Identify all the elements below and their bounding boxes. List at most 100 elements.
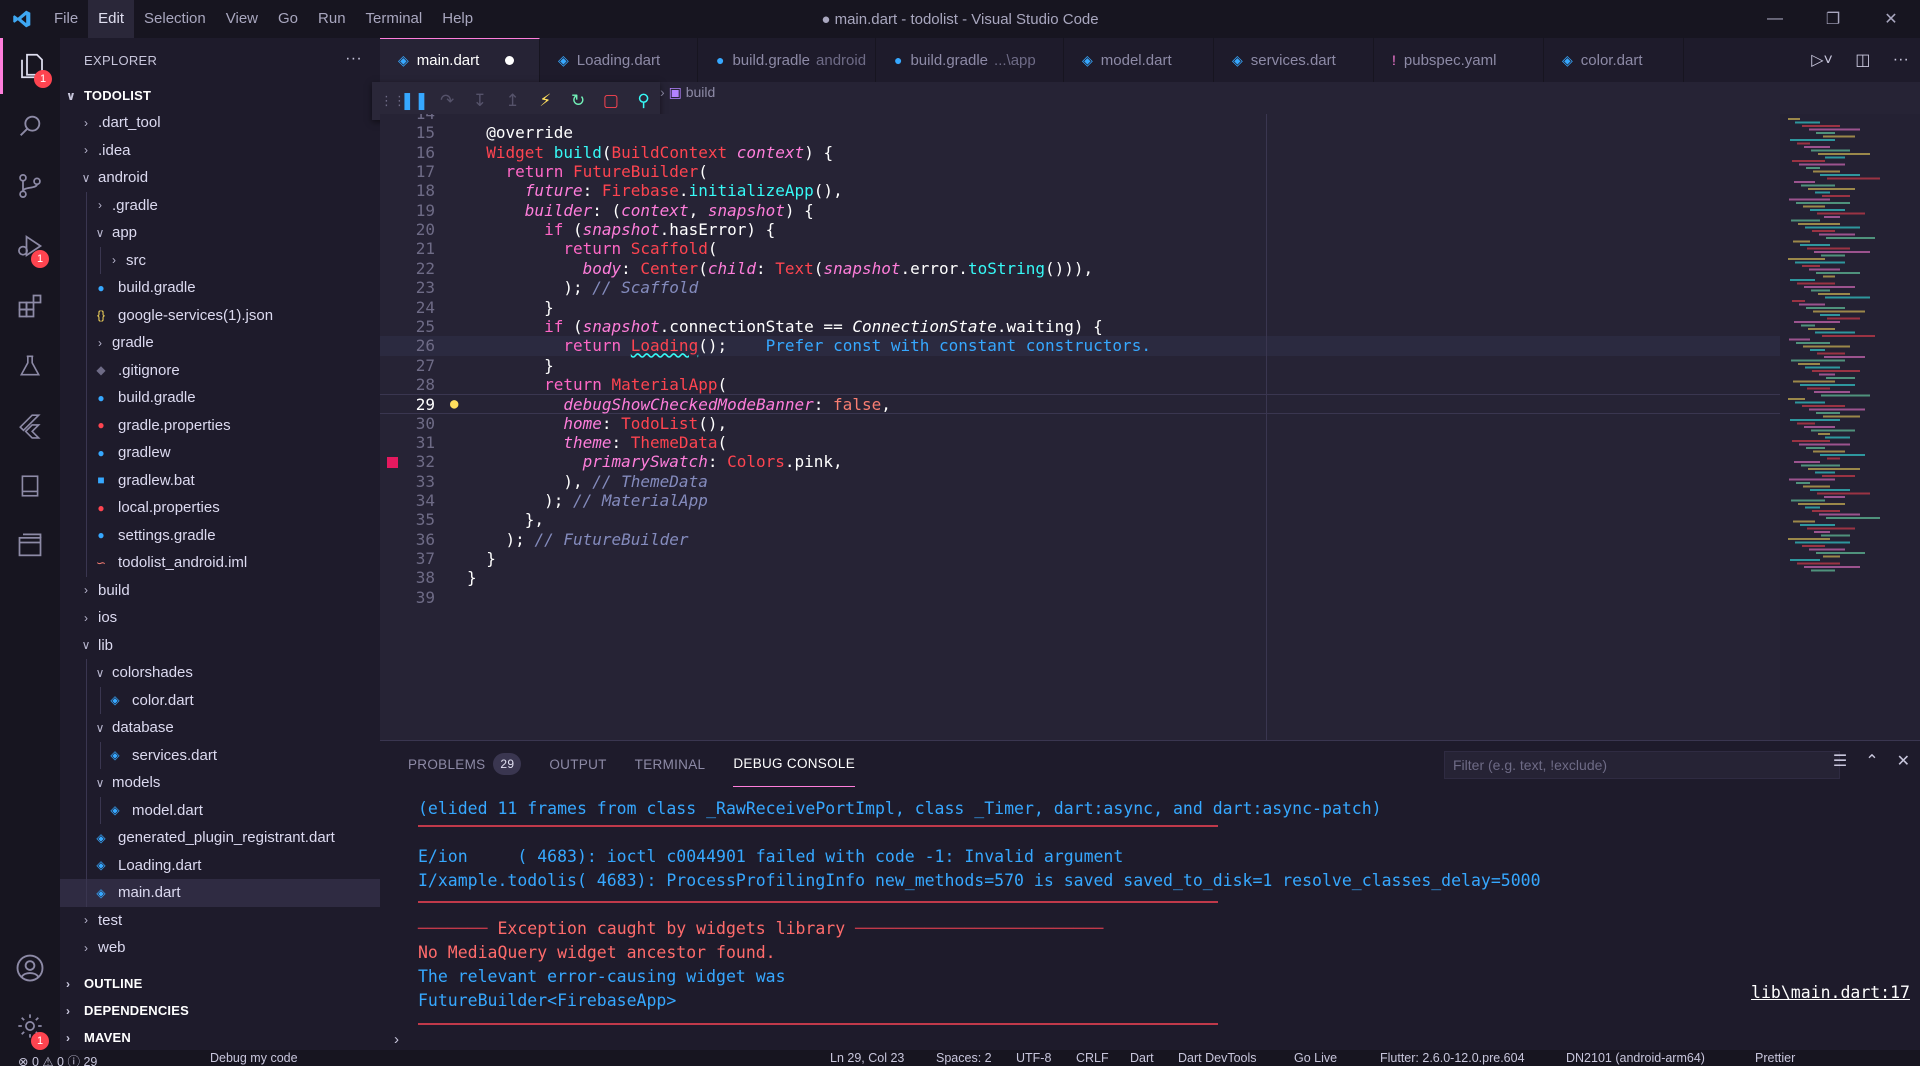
- tree-item[interactable]: ● settings.gradle: [60, 521, 380, 549]
- tree-item[interactable]: {} google-services(1).json: [60, 301, 380, 329]
- more-actions-icon[interactable]: ···: [345, 50, 362, 68]
- section-dependencies[interactable]: › DEPENDENCIES: [60, 997, 380, 1024]
- tree-item[interactable]: › src: [60, 246, 380, 274]
- run-debug-icon[interactable]: 1: [0, 218, 60, 274]
- minimize-icon[interactable]: —: [1746, 0, 1804, 38]
- tree-item[interactable]: ● gradlew: [60, 439, 380, 467]
- menu-terminal[interactable]: Terminal: [356, 0, 433, 38]
- split-editor-icon[interactable]: ◫: [1855, 50, 1870, 70]
- panel-tab-terminal[interactable]: TERMINAL: [635, 741, 706, 787]
- tree-item[interactable]: ∨ lib: [60, 632, 380, 660]
- tab-build-gradle[interactable]: ● build.gradle ...\app: [876, 38, 1064, 82]
- breakpoint-icon[interactable]: [387, 457, 398, 469]
- code-line[interactable]: 25 if (snapshot.connectionState == Conne…: [380, 317, 1780, 336]
- breadcrumb[interactable]: › ▣ build: [660, 84, 715, 101]
- code-line[interactable]: 14: [380, 114, 1780, 123]
- menu-edit[interactable]: Edit: [88, 0, 135, 38]
- tree-item[interactable]: › gradle: [60, 329, 380, 357]
- code-line[interactable]: 38}: [380, 568, 1780, 587]
- code-line[interactable]: 29 ● debugShowCheckedModeBanner: false,: [380, 394, 1780, 414]
- code-editor[interactable]: 1415 @override16 Widget build(BuildConte…: [380, 114, 1780, 740]
- tree-item[interactable]: › .idea: [60, 137, 380, 165]
- close-panel-icon[interactable]: ✕: [1897, 751, 1910, 771]
- breadcrumb-item[interactable]: build: [686, 84, 716, 100]
- code-line[interactable]: 24 }: [380, 298, 1780, 317]
- tree-item[interactable]: ◈ services.dart: [60, 741, 380, 769]
- code-line[interactable]: 17 return FutureBuilder(: [380, 162, 1780, 181]
- section-outline[interactable]: › OUTLINE: [60, 970, 380, 997]
- tab-loading-dart[interactable]: ◈ Loading.dart: [540, 38, 698, 82]
- run-icon[interactable]: ▷˅: [1811, 50, 1833, 70]
- step-into-icon[interactable]: ↧: [464, 91, 497, 111]
- restore-icon[interactable]: ❐: [1804, 0, 1862, 38]
- tab-build-gradle[interactable]: ● build.gradle android: [698, 38, 876, 82]
- status-item[interactable]: Go Live: [1294, 1051, 1337, 1065]
- tab-pubspec-yaml[interactable]: ! pubspec.yaml: [1374, 38, 1544, 82]
- code-line[interactable]: 31 theme: ThemeData(: [380, 433, 1780, 452]
- tree-item[interactable]: ∨ android: [60, 164, 380, 192]
- code-line[interactable]: 26 return Loading(); Prefer const with c…: [380, 336, 1780, 356]
- tree-item[interactable]: ◈ color.dart: [60, 686, 380, 714]
- code-line[interactable]: 19 builder: (context, snapshot) {: [380, 201, 1780, 220]
- close-icon[interactable]: ✕: [1862, 0, 1920, 38]
- restart-icon[interactable]: ↻: [562, 91, 595, 111]
- code-line[interactable]: 30 home: TodoList(),: [380, 414, 1780, 433]
- flutter-icon[interactable]: [0, 398, 60, 454]
- code-line[interactable]: 36 ); // FutureBuilder: [380, 530, 1780, 549]
- bookmark-icon[interactable]: [0, 458, 60, 514]
- status-item[interactable]: Ln 29, Col 23: [830, 1051, 904, 1065]
- tab-services-dart[interactable]: ◈ services.dart: [1214, 38, 1374, 82]
- tree-item[interactable]: › web: [60, 934, 380, 962]
- tree-item[interactable]: › ios: [60, 604, 380, 632]
- tree-item[interactable]: ∨ colorshades: [60, 659, 380, 687]
- search-icon[interactable]: [0, 98, 60, 154]
- tree-item[interactable]: ◈ generated_plugin_registrant.dart: [60, 824, 380, 852]
- minimap[interactable]: [1780, 114, 1920, 740]
- menu-file[interactable]: File: [44, 0, 88, 38]
- tree-item[interactable]: ∨ database: [60, 714, 380, 742]
- code-line[interactable]: 16 Widget build(BuildContext context) {: [380, 143, 1780, 162]
- panel-tab-problems[interactable]: PROBLEMS 29: [408, 741, 522, 787]
- menu-run[interactable]: Run: [308, 0, 356, 38]
- panel-tab-output[interactable]: OUTPUT: [549, 741, 606, 787]
- status-item[interactable]: CRLF: [1076, 1051, 1109, 1065]
- tree-item[interactable]: ∨ app: [60, 219, 380, 247]
- tree-item[interactable]: ● gradle.properties: [60, 411, 380, 439]
- code-line[interactable]: 37 }: [380, 549, 1780, 568]
- source-control-icon[interactable]: [0, 158, 60, 214]
- workspace-root[interactable]: ∨ TODOLIST: [60, 82, 380, 109]
- tree-item[interactable]: ∨ models: [60, 769, 380, 797]
- panel-tab-debug-console[interactable]: DEBUG CONSOLE: [733, 741, 856, 787]
- tree-item[interactable]: ● local.properties: [60, 494, 380, 522]
- tree-item[interactable]: ● build.gradle: [60, 274, 380, 302]
- code-line[interactable]: 23 ); // Scaffold: [380, 278, 1780, 297]
- menu-view[interactable]: View: [216, 0, 268, 38]
- code-line[interactable]: 35 },: [380, 510, 1780, 529]
- tab-color-dart[interactable]: ◈ color.dart: [1544, 38, 1684, 82]
- stop-icon[interactable]: ▢: [595, 91, 628, 111]
- extensions-icon[interactable]: [0, 278, 60, 334]
- tree-item[interactable]: ◈ model.dart: [60, 796, 380, 824]
- status-item[interactable]: Spaces: 2: [936, 1051, 992, 1065]
- status-item[interactable]: Dart: [1130, 1051, 1154, 1065]
- menu-go[interactable]: Go: [268, 0, 308, 38]
- step-over-icon[interactable]: ↷: [431, 91, 464, 111]
- tree-item[interactable]: ◈ Loading.dart: [60, 851, 380, 879]
- code-line[interactable]: 32 primarySwatch: Colors.pink,: [380, 452, 1780, 471]
- lightbulb-icon[interactable]: ●: [450, 395, 458, 414]
- status-item[interactable]: ⊗ 0 ⚠ 0 ⓘ 29: [18, 1051, 97, 1066]
- settings-gear-icon[interactable]: 1: [0, 998, 60, 1054]
- pause-icon[interactable]: ❚❚: [398, 91, 431, 111]
- more-actions-icon[interactable]: ···: [1893, 51, 1909, 69]
- section-maven[interactable]: › MAVEN: [60, 1024, 380, 1051]
- source-link[interactable]: lib\main.dart:17: [1751, 983, 1910, 1002]
- tree-item[interactable]: ∽ todolist_android.iml: [60, 549, 380, 577]
- menu-selection[interactable]: Selection: [134, 0, 216, 38]
- tree-item[interactable]: › test: [60, 907, 380, 935]
- status-item[interactable]: DN2101 (android-arm64): [1566, 1051, 1705, 1065]
- tree-item[interactable]: ◆ .gitignore: [60, 356, 380, 384]
- maximize-panel-icon[interactable]: ⌃: [1865, 751, 1878, 771]
- code-line[interactable]: 28 return MaterialApp(: [380, 375, 1780, 394]
- code-line[interactable]: 34 ); // MaterialApp: [380, 491, 1780, 510]
- tree-item[interactable]: › build: [60, 577, 380, 605]
